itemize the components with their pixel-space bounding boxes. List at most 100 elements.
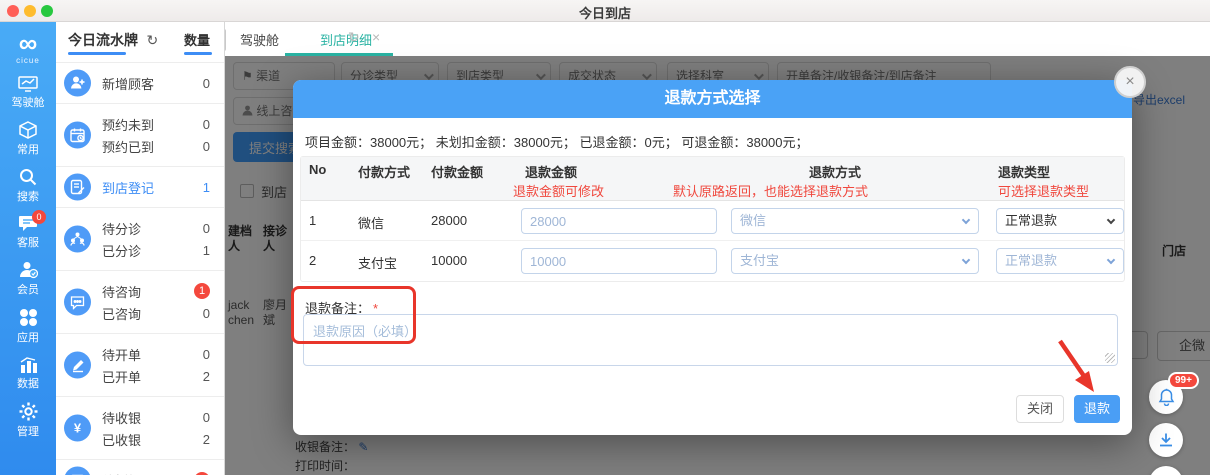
- flow-row-label: 已开单: [102, 369, 142, 385]
- flow-row[interactable]: 待划扣 1: [102, 469, 210, 475]
- refund-table-header: No 付款方式 付款金额 退款金额 退款方式 退款类型 退款金额可修改 默认原路…: [301, 157, 1124, 201]
- title-underline: [68, 52, 126, 55]
- flow-row-count: 1: [202, 179, 210, 195]
- flow-board-title: 今日流水牌: [68, 32, 138, 48]
- sidebar-item-member[interactable]: 会员: [0, 261, 56, 297]
- flow-row[interactable]: 待分诊 0: [102, 217, 210, 239]
- refund-amount-input[interactable]: [521, 248, 717, 274]
- flow-row-label: 已收银: [102, 432, 142, 448]
- header-refund-type: 退款类型: [998, 165, 1051, 180]
- flow-row-label: 待收银: [102, 410, 142, 426]
- chevron-down-icon: [961, 215, 971, 225]
- flow-row-active[interactable]: 到店登记 1: [102, 176, 210, 198]
- flow-row-label: 预约未到: [102, 117, 155, 133]
- refund-type-value: 正常退款: [1005, 253, 1058, 268]
- flow-row-count: 2: [202, 368, 210, 384]
- modal-close-button[interactable]: ×: [1114, 66, 1146, 98]
- sidebar-item-data[interactable]: 数据: [0, 356, 56, 391]
- flow-row-count: 2: [202, 431, 210, 447]
- sidebar-item-admin[interactable]: 管理: [0, 402, 56, 439]
- tab-close-icon[interactable]: ×: [372, 29, 380, 45]
- flow-row-count: 0: [202, 116, 210, 132]
- bell-icon: [1158, 388, 1174, 406]
- sidebar-item-label: 数据: [17, 378, 39, 390]
- flow-row[interactable]: 待开单 0: [102, 343, 210, 365]
- triage-icon: [64, 225, 91, 253]
- flow-group-new-customer: 新增顾客 0: [56, 62, 224, 103]
- window-title: 今日到店: [578, 6, 631, 21]
- resize-handle[interactable]: [1105, 353, 1115, 363]
- flow-board: 今日流水牌 ↻ 数量 新增顾客 0 预约未到 0 预约已到 0 到店登记 1 待…: [56, 22, 225, 475]
- header-no: No: [309, 162, 327, 177]
- tab-dashboard[interactable]: 驾驶舱: [240, 30, 279, 49]
- sidebar-item-apps[interactable]: 应用: [0, 308, 56, 345]
- remark-textarea[interactable]: 退款原因（必填）: [303, 314, 1118, 366]
- refund-method-select[interactable]: 支付宝: [731, 248, 979, 274]
- flow-row[interactable]: 待收银 0: [102, 406, 210, 428]
- flow-row-label: 待咨询: [102, 284, 142, 300]
- sidebar-item-search[interactable]: 搜索: [0, 168, 56, 204]
- flow-row[interactable]: 已开单 2: [102, 365, 210, 387]
- remark-placeholder: 退款原因（必填）: [313, 324, 418, 339]
- flow-row[interactable]: 新增顾客 0: [102, 72, 210, 94]
- count-column-header: 数量: [183, 33, 210, 48]
- nav-sidebar: ∞ cicue 驾驶舱 常用 搜索 0 客服 会员 应用 数据 管理: [0, 22, 56, 475]
- titlebar: 今日到店: [0, 0, 1210, 22]
- flow-row-count: 0: [202, 346, 210, 362]
- download-button[interactable]: [1149, 423, 1183, 457]
- gear-icon: [19, 402, 37, 421]
- apps-icon: [19, 309, 37, 326]
- chevron-down-icon: [961, 255, 971, 265]
- tab-refresh-icon[interactable]: ↻: [348, 29, 360, 46]
- flow-row[interactable]: 待咨询 1: [102, 280, 210, 302]
- user-plus-icon: [64, 69, 91, 97]
- flow-row-label: 到店登记: [102, 180, 155, 196]
- refund-row-1: 1 微信 28000 微信 正常退款: [301, 201, 1124, 241]
- refund-type-select[interactable]: 正常退款: [996, 208, 1124, 234]
- flow-group-deduct: 待划扣 1: [56, 459, 224, 475]
- flow-row-badge: 1: [194, 283, 210, 299]
- modal-header[interactable]: 退款方式选择: [293, 80, 1132, 118]
- header-pay-method: 付款方式: [358, 165, 411, 180]
- refund-row-2: 2 支付宝 10000 支付宝 正常退款: [301, 241, 1124, 281]
- flow-row-label: 预约已到: [102, 139, 155, 155]
- notification-badge: 99+: [1168, 372, 1199, 389]
- cell-pay-method: 支付宝: [358, 256, 398, 271]
- refund-amount-input[interactable]: [521, 208, 717, 234]
- cell-pay-amount: 28000: [431, 213, 468, 228]
- modal-title: 退款方式选择: [664, 90, 761, 107]
- sidebar-item-service[interactable]: 0 客服: [0, 210, 56, 250]
- refund-type-value: 正常退款: [1005, 213, 1058, 228]
- infinity-logo-icon: ∞: [18, 28, 38, 58]
- annotation-type-selectable: 可选择退款类型: [998, 184, 1090, 199]
- flow-row[interactable]: 已分诊 1: [102, 239, 210, 261]
- flow-group-consult: 待咨询 1 已咨询 0: [56, 270, 224, 333]
- sidebar-item-common[interactable]: 常用: [0, 121, 56, 157]
- tab-bar: 驾驶舱 到店明细 ↻ ×: [225, 22, 1210, 56]
- header-refund-amount: 退款金额: [525, 165, 578, 180]
- flow-row-count: 0: [202, 220, 210, 236]
- cube-icon: [19, 121, 37, 139]
- sidebar-item-dashboard[interactable]: 驾驶舱: [0, 76, 56, 110]
- flow-row-label: 已分诊: [102, 243, 142, 259]
- flow-row[interactable]: 已咨询 0: [102, 302, 210, 324]
- app-logo: ∞ cicue: [0, 22, 56, 65]
- refresh-icon[interactable]: ↻: [146, 32, 158, 48]
- stats-icon: [20, 357, 37, 373]
- flow-row[interactable]: 预约已到 0: [102, 135, 210, 157]
- refund-button[interactable]: 退款: [1074, 395, 1120, 423]
- flow-row[interactable]: 预约未到 0: [102, 113, 210, 135]
- chevron-down-icon: [1106, 215, 1116, 225]
- flow-row-count: 0: [202, 138, 210, 154]
- flow-row-label: 待开单: [102, 347, 142, 363]
- refund-method-select[interactable]: 微信: [731, 208, 979, 234]
- refund-type-select[interactable]: 正常退款: [996, 248, 1124, 274]
- sidebar-item-label: 驾驶舱: [11, 97, 45, 109]
- tab-visit-detail[interactable]: 到店明细: [320, 30, 372, 49]
- chevron-down-icon: [1106, 255, 1116, 265]
- flow-row[interactable]: 已收银 2: [102, 428, 210, 450]
- flow-row-label: 待划扣: [102, 471, 141, 475]
- close-button[interactable]: 关闭: [1016, 395, 1064, 423]
- sidebar-item-label: 管理: [17, 426, 39, 438]
- flow-group-cashier: ¥ 待收银 0 已收银 2: [56, 396, 224, 459]
